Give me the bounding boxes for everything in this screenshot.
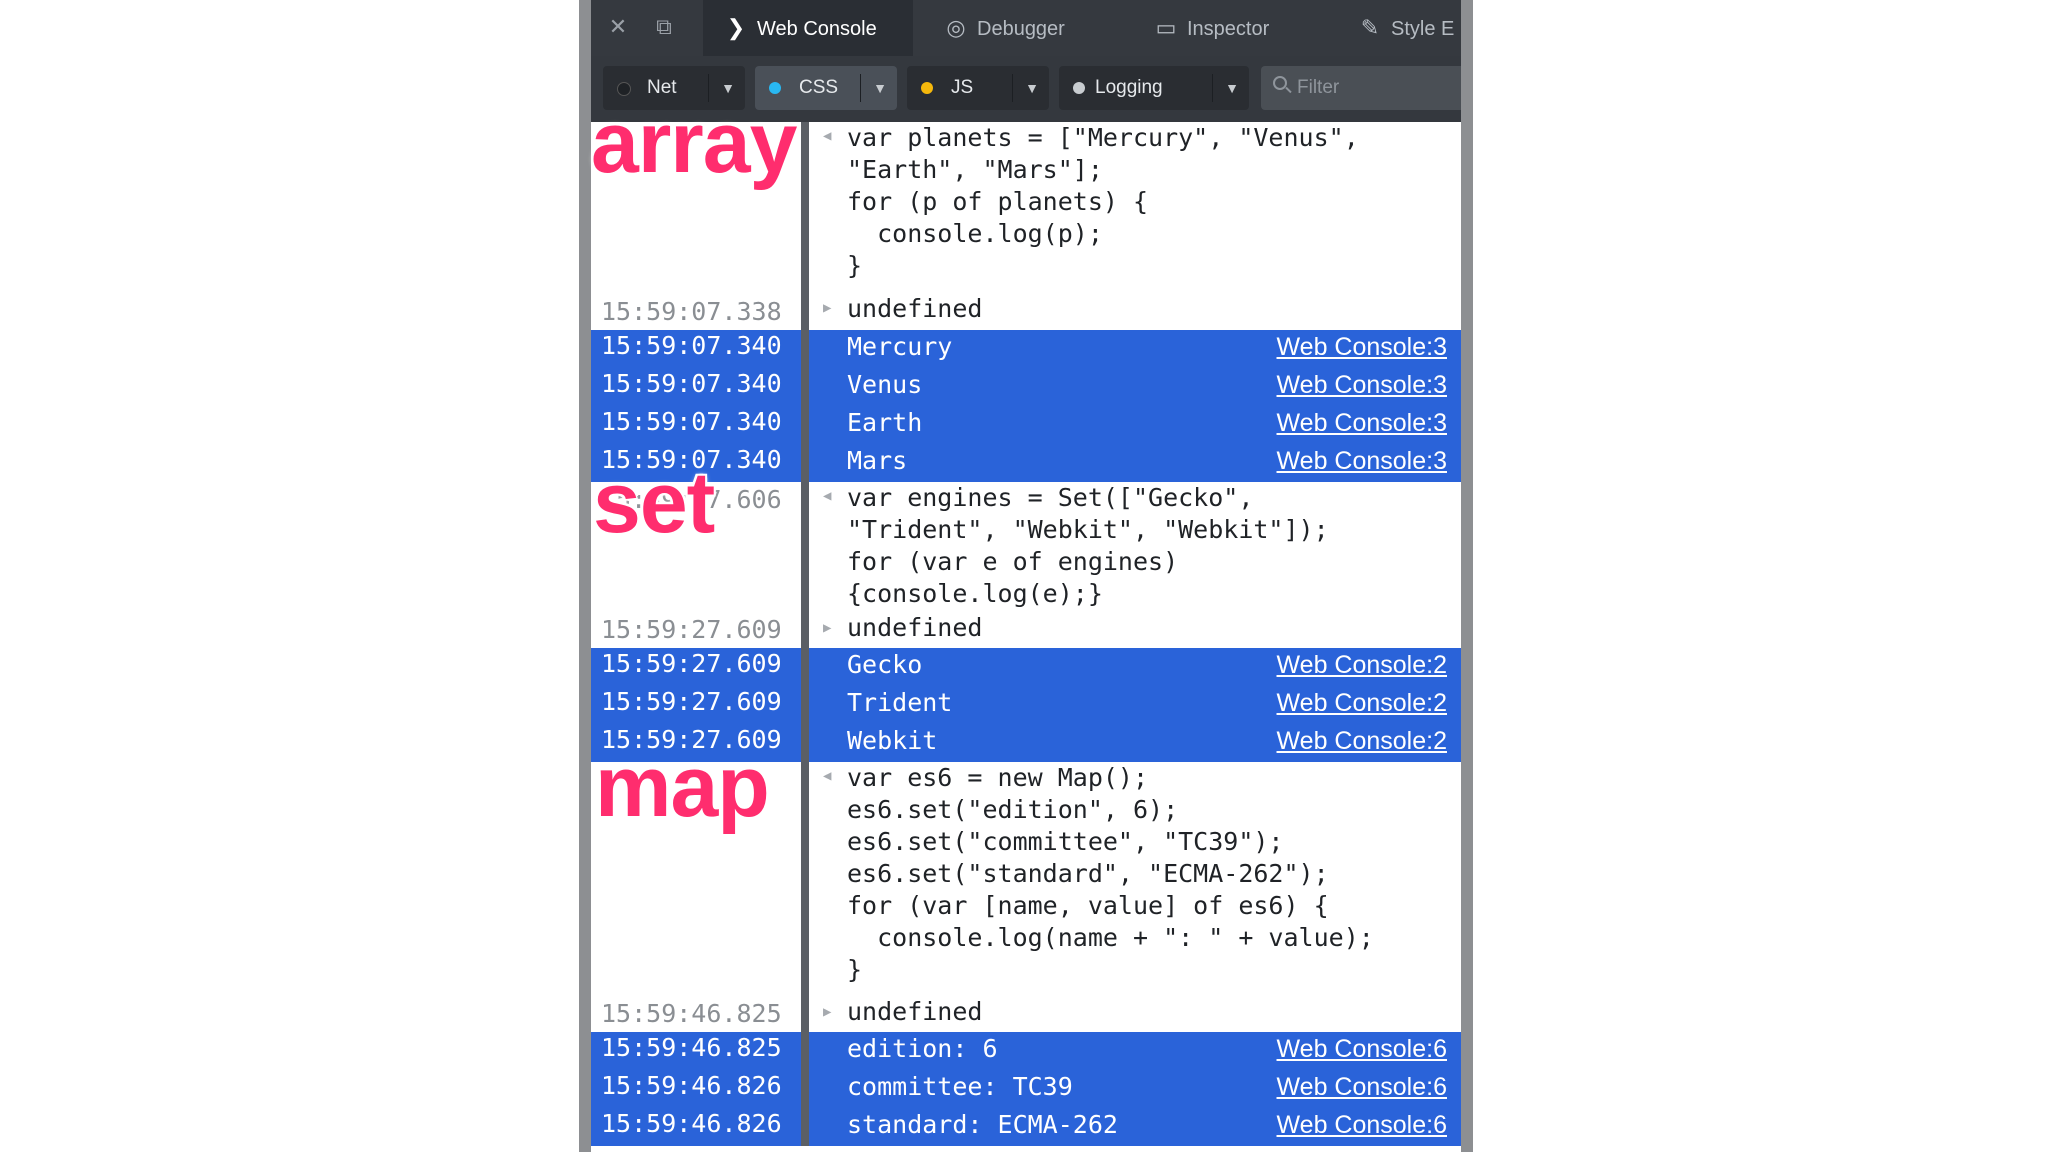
input-code: var engines = Set(["Gecko", "Trident", "… <box>847 483 1329 608</box>
source-link[interactable]: Web Console:3 <box>1277 447 1447 476</box>
timestamp: 15:59:46.826 <box>601 1071 782 1100</box>
console-log-row: 15:59:46.826 standard: ECMA-262 Web Cons… <box>591 1108 1461 1146</box>
result-caret-icon: ▶ <box>823 620 832 636</box>
input-caret-icon: ◀ <box>823 128 832 144</box>
panel-right-border <box>1461 0 1473 1152</box>
style-editor-icon: ✎ <box>1360 15 1380 40</box>
log-message: Mercury <box>847 332 953 361</box>
annotation-array: array <box>591 95 797 191</box>
result-value: undefined <box>847 997 983 1026</box>
timestamp: 15:59:07.340 <box>601 369 782 398</box>
console-chevron-icon: ❯ <box>726 15 746 40</box>
inspector-icon: ▭ <box>1155 15 1177 40</box>
source-link[interactable]: Web Console:6 <box>1277 1111 1447 1140</box>
console-log-row: 15:59:27.609 Gecko Web Console:2 <box>591 648 1461 686</box>
css-dot-icon <box>769 82 781 94</box>
timestamp: 15:59:07.340 <box>601 407 782 436</box>
timestamp: 15:59:46.826 <box>601 1109 782 1138</box>
console-output[interactable]: ◀ var planets = ["Mercury", "Venus", "Ea… <box>591 122 1461 1152</box>
console-result-entry: 15:59:07.338 ▶ undefined <box>591 290 1461 330</box>
input-caret-icon: ◀ <box>823 488 832 504</box>
annotation-map: map <box>595 739 770 835</box>
input-code: var planets = ["Mercury", "Venus", "Eart… <box>847 123 1359 280</box>
devtools-panel: ✕ ⧉ ❯ Web Console ◎ Debugger ▭ Inspector ✎ S… <box>579 0 1473 1152</box>
log-message: edition: 6 <box>847 1034 998 1063</box>
detach-icon[interactable]: ⧉ <box>651 14 677 40</box>
tab-label: Inspector <box>1187 18 1270 40</box>
js-filter-button[interactable]: JS ▼ <box>907 66 1049 110</box>
source-link[interactable]: Web Console:3 <box>1277 371 1447 400</box>
js-filter-label: JS <box>951 77 974 98</box>
filter-input[interactable] <box>1261 66 1461 110</box>
search-icon <box>1273 76 1287 90</box>
tab-label: Debugger <box>977 18 1065 40</box>
devtools-toolbar: ✕ ⧉ ❯ Web Console ◎ Debugger ▭ Inspector ✎ S… <box>591 0 1461 57</box>
tab-inspector[interactable]: ▭ Inspector <box>1153 0 1270 56</box>
css-filter-label: CSS <box>799 77 839 98</box>
source-link[interactable]: Web Console:3 <box>1277 409 1447 438</box>
console-log-row: 15:59:27.609 Trident Web Console:2 <box>591 686 1461 724</box>
timestamp: 15:59:07.338 <box>601 297 782 326</box>
console-log-row: 15:59:07.340 Mars Web Console:3 <box>591 444 1461 482</box>
chevron-down-icon[interactable]: ▼ <box>873 66 887 110</box>
console-log-row: 15:59:07.340 Venus Web Console:3 <box>591 368 1461 406</box>
tab-style-editor[interactable]: ✎ Style E <box>1357 0 1455 56</box>
timestamp: 15:59:07.340 <box>601 331 782 360</box>
timestamp: 15:59:27.609 <box>601 687 782 716</box>
source-link[interactable]: Web Console:2 <box>1277 651 1447 680</box>
debugger-icon: ◎ <box>946 15 966 40</box>
source-link[interactable]: Web Console:3 <box>1277 333 1447 362</box>
logging-filter-button[interactable]: Logging ▼ <box>1059 66 1249 110</box>
tab-label: Web Console <box>757 18 877 40</box>
timestamp: 15:59:46.825 <box>601 1033 782 1062</box>
result-value: undefined <box>847 613 983 642</box>
log-message: committee: TC39 <box>847 1072 1073 1101</box>
source-link[interactable]: Web Console:2 <box>1277 689 1447 718</box>
console-log-row: 15:59:46.826 committee: TC39 Web Console… <box>591 1070 1461 1108</box>
chevron-down-icon[interactable]: ▼ <box>1025 66 1039 110</box>
net-dot-icon <box>617 82 631 96</box>
log-message: standard: ECMA-262 <box>847 1110 1118 1139</box>
log-message: Venus <box>847 370 923 399</box>
console-input-entry: 15:59:27.606 ◀ var engines = Set(["Gecko… <box>591 482 1461 610</box>
tab-web-console[interactable]: ❯ Web Console <box>703 0 913 56</box>
result-value: undefined <box>847 294 983 323</box>
logging-dot-icon <box>1073 82 1085 94</box>
console-result-entry: 15:59:46.825 ▶ undefined <box>591 994 1461 1032</box>
source-link[interactable]: Web Console:6 <box>1277 1073 1447 1102</box>
log-message: Trident <box>847 688 953 717</box>
tab-debugger[interactable]: ◎ Debugger <box>943 0 1065 56</box>
log-message: Mars <box>847 446 908 475</box>
source-link[interactable]: Web Console:2 <box>1277 727 1447 756</box>
timestamp: 15:59:46.825 <box>601 999 782 1028</box>
close-icon[interactable]: ✕ <box>605 14 631 40</box>
panel-left-border <box>579 0 591 1152</box>
tab-label: Style E <box>1391 18 1455 40</box>
log-message: Earth <box>847 408 923 437</box>
console-log-row: 15:59:07.340 Mercury Web Console:3 <box>591 330 1461 368</box>
result-caret-icon: ▶ <box>823 300 832 316</box>
source-link[interactable]: Web Console:6 <box>1277 1035 1447 1064</box>
timestamp: 15:59:27.609 <box>601 615 782 644</box>
log-message: Webkit <box>847 726 938 755</box>
input-code: var es6 = new Map(); es6.set("edition", … <box>847 763 1374 984</box>
chevron-down-icon[interactable]: ▼ <box>1225 66 1239 110</box>
console-log-row: 15:59:46.825 edition: 6 Web Console:6 <box>591 1032 1461 1070</box>
js-dot-icon <box>921 82 933 94</box>
result-caret-icon: ▶ <box>823 1004 832 1020</box>
annotation-set: set <box>593 455 715 551</box>
console-log-row: 15:59:07.340 Earth Web Console:3 <box>591 406 1461 444</box>
input-caret-icon: ◀ <box>823 768 832 784</box>
logging-filter-label: Logging <box>1095 77 1163 98</box>
log-message: Gecko <box>847 650 923 679</box>
timestamp: 15:59:27.609 <box>601 649 782 678</box>
console-result-entry: 15:59:27.609 ▶ undefined <box>591 610 1461 648</box>
